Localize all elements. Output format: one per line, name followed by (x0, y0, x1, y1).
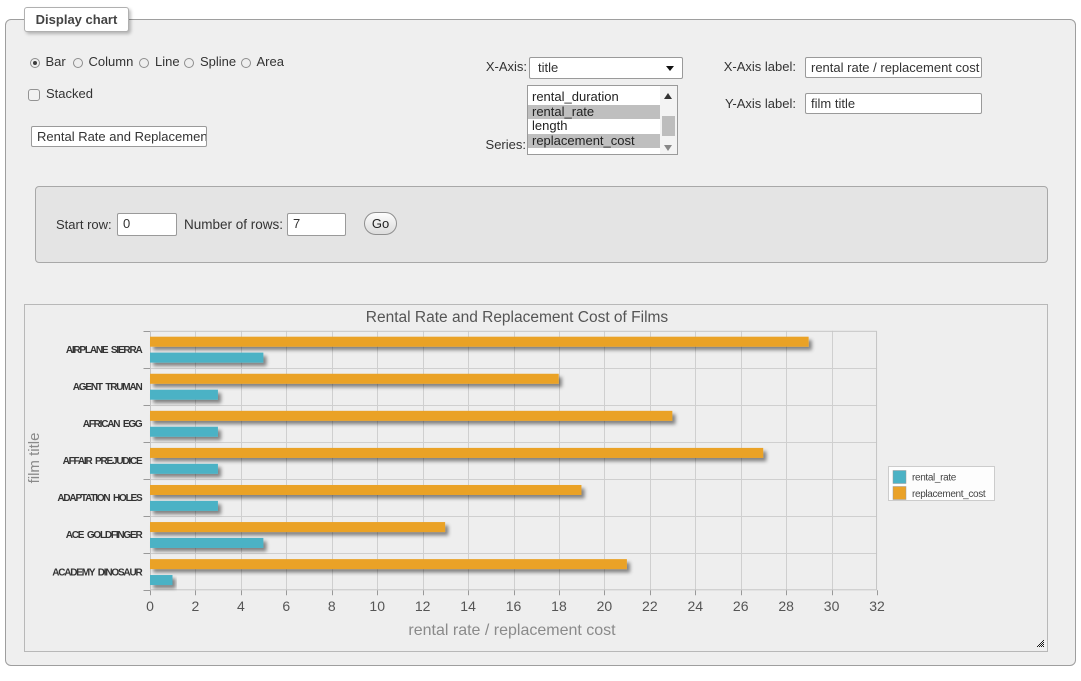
svg-text:6: 6 (282, 598, 290, 614)
svg-text:22: 22 (642, 598, 658, 614)
svg-text:AGENT TRUMAN: AGENT TRUMAN (73, 382, 143, 393)
svg-text:AIRPLANE SIERRA: AIRPLANE SIERRA (66, 345, 143, 356)
svg-text:14: 14 (460, 598, 476, 614)
svg-text:2: 2 (192, 598, 200, 614)
svg-text:rental_rate: rental_rate (912, 473, 957, 484)
svg-text:24: 24 (687, 598, 703, 614)
svg-text:16: 16 (506, 598, 522, 614)
svg-text:32: 32 (869, 598, 885, 614)
svg-text:ADAPTATION HOLES: ADAPTATION HOLES (57, 493, 143, 504)
svg-text:8: 8 (328, 598, 336, 614)
svg-text:4: 4 (237, 598, 245, 614)
svg-text:12: 12 (415, 598, 431, 614)
svg-text:rental rate / replacement cost: rental rate / replacement cost (408, 622, 616, 639)
svg-text:18: 18 (551, 598, 567, 614)
svg-text:film title: film title (26, 433, 43, 484)
svg-text:replacement_cost: replacement_cost (912, 489, 986, 500)
svg-text:20: 20 (597, 598, 613, 614)
svg-text:26: 26 (733, 598, 749, 614)
svg-text:0: 0 (146, 598, 154, 614)
svg-text:ACE GOLDFINGER: ACE GOLDFINGER (66, 530, 144, 541)
svg-text:28: 28 (778, 598, 794, 614)
svg-text:ACADEMY DINOSAUR: ACADEMY DINOSAUR (52, 567, 143, 578)
svg-text:AFRICAN EGG: AFRICAN EGG (83, 419, 143, 430)
svg-text:10: 10 (369, 598, 385, 614)
svg-text:AFFAIR PREJUDICE: AFFAIR PREJUDICE (63, 456, 143, 467)
svg-text:30: 30 (824, 598, 840, 614)
svg-text:Rental Rate and Replacement Co: Rental Rate and Replacement Cost of Film… (366, 309, 669, 326)
